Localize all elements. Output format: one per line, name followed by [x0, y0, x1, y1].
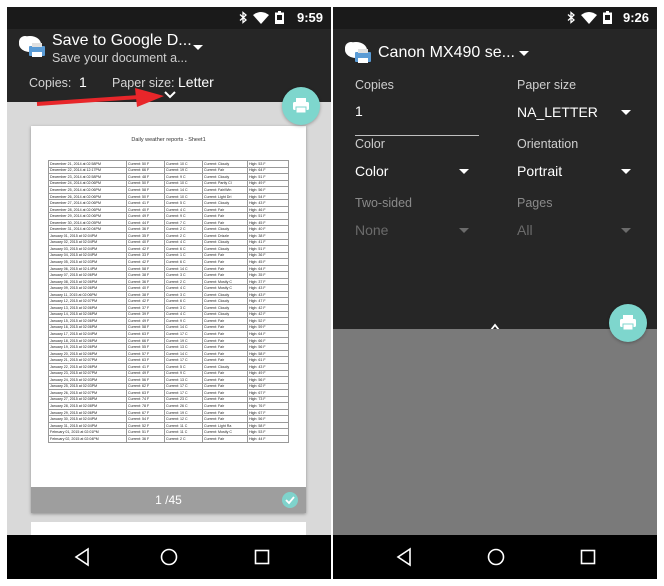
print-options-panel: Canon MX490 se... Copies 1 Paper size NA…	[333, 29, 657, 331]
battery-icon	[603, 11, 612, 24]
battery-icon	[275, 11, 284, 24]
preview-page[interactable]: Daily weather reports - Sheet1 December …	[31, 126, 306, 513]
check-icon[interactable]	[282, 492, 298, 508]
wifi-icon	[253, 11, 269, 24]
paper-size-select[interactable]: NA_LETTER	[517, 104, 598, 120]
printer-icon	[293, 98, 309, 114]
orientation-label: Orientation	[517, 137, 579, 151]
orientation-select[interactable]: Portrait	[517, 163, 562, 179]
print-preview-area	[333, 329, 657, 535]
printer-name[interactable]: Canon MX490 se...	[378, 44, 515, 62]
page-counter: 1 /45	[155, 493, 182, 507]
status-bar: 9:59	[7, 7, 331, 29]
color-label: Color	[355, 137, 385, 151]
bluetooth-icon	[239, 11, 247, 24]
printer-name[interactable]: Save to Google D...	[52, 32, 192, 50]
recents-icon[interactable]	[577, 546, 599, 568]
print-preview-area: Daily weather reports - Sheet1 December …	[7, 102, 331, 562]
back-icon[interactable]	[72, 546, 94, 568]
printer-dropdown-arrow[interactable]	[193, 45, 203, 50]
table-cell: Current: 2 C	[164, 435, 203, 443]
wifi-icon	[581, 11, 597, 24]
weather-table: December 21, 2014 at 02:58PM Current: 50 …	[48, 160, 289, 443]
home-icon[interactable]	[485, 546, 507, 568]
paper-size-value[interactable]: Letter	[178, 74, 214, 90]
printer-description: Save your document a...	[52, 51, 188, 65]
color-dropdown-arrow[interactable]	[459, 169, 469, 174]
navigation-bar	[7, 535, 331, 579]
pages-select[interactable]: All	[517, 222, 533, 238]
left-phone-screen: 9:59 Save to Google D... Save your docum…	[7, 7, 331, 579]
paper-size-dropdown-arrow[interactable]	[621, 110, 631, 115]
printer-icon	[620, 315, 636, 331]
home-icon[interactable]	[158, 546, 180, 568]
status-bar: 9:26	[333, 7, 657, 29]
cloud-printer-icon[interactable]	[343, 39, 373, 65]
copies-input[interactable]: 1	[355, 103, 363, 119]
table-cell: High: 44 F	[247, 435, 289, 443]
recents-icon[interactable]	[251, 546, 273, 568]
cloud-printer-icon[interactable]	[17, 33, 47, 59]
right-phone-screen: 9:26 Canon MX490 se... Copies 1 Paper si…	[333, 7, 657, 579]
copies-underline	[355, 135, 479, 136]
back-icon[interactable]	[394, 546, 416, 568]
page-footer: 1 /45	[31, 487, 306, 513]
status-icons	[239, 11, 284, 24]
status-time: 9:26	[622, 10, 649, 25]
two-sided-label: Two-sided	[355, 196, 412, 210]
table-cell: Current: 36 F	[126, 435, 165, 443]
table-row: February 02, 2015 at 02:04PM Current: 36 …	[48, 435, 289, 443]
annotation-arrow	[36, 88, 164, 107]
color-select[interactable]: Color	[355, 163, 388, 179]
two-sided-dropdown-arrow[interactable]	[459, 228, 469, 233]
table-cell: February 02, 2015 at 02:04PM	[48, 435, 127, 443]
status-time: 9:59	[296, 10, 323, 25]
copies-label: Copies	[355, 78, 394, 92]
document-title: Daily weather reports - Sheet1	[131, 137, 206, 143]
orientation-dropdown-arrow[interactable]	[621, 169, 631, 174]
print-button[interactable]	[609, 304, 647, 342]
pages-dropdown-arrow[interactable]	[621, 228, 631, 233]
pages-label: Pages	[517, 196, 553, 210]
table-cell: Current: Fair	[202, 435, 248, 443]
navigation-bar	[333, 535, 657, 579]
print-button[interactable]	[282, 87, 320, 125]
paper-size-label: Paper size	[517, 78, 577, 92]
two-sided-select[interactable]: None	[355, 222, 388, 238]
status-icons	[567, 11, 612, 24]
bluetooth-icon	[567, 11, 575, 24]
printer-dropdown-arrow[interactable]	[519, 51, 529, 56]
chevron-down-icon[interactable]	[163, 90, 177, 100]
